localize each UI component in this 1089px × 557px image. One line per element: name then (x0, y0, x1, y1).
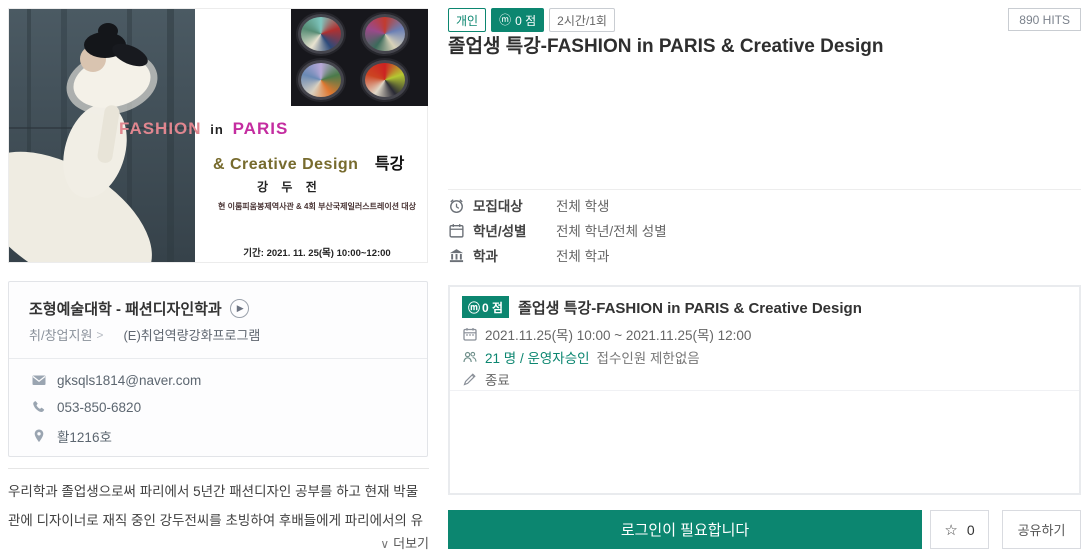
target-value: 전체 학생 (556, 195, 609, 215)
poster-lecture-label: 특강 (375, 156, 404, 173)
organizer-name: 조형예술대학 - 패션디자인학과 (29, 298, 222, 319)
event-description: 우리학과 졸업생으로써 파리에서 5년간 패션디자인 공부를 하고 현재 박물관… (8, 477, 429, 535)
play-circle-icon[interactable]: ▶ (230, 299, 249, 318)
session-schedule: 2021.11.25(목) 10:00 ~ 2021.11.25(목) 12:0… (485, 324, 751, 344)
session-schedule-row: 2021.11.25(목) 10:00 ~ 2021.11.25(목) 12:0… (462, 324, 751, 344)
poster-title-line2: & Creative Design 특강 (213, 150, 404, 174)
session-title-row: ⓜ 0 점 졸업생 특강-FASHION in PARIS & Creative… (462, 296, 862, 318)
favorite-button[interactable]: ☆ 0 (930, 510, 989, 549)
poster-period: 기간: 2021. 11. 25(목) 10:00~12:00 (205, 245, 429, 259)
phone-row: 053-850-6820 (31, 399, 201, 415)
pen-icon (462, 371, 478, 387)
organizer-name-row: 조형예술대학 - 패션디자인학과 ▶ (29, 298, 249, 319)
session-box-divider (450, 390, 1079, 391)
play-glyph: ▶ (237, 303, 244, 314)
target-label: 모집대상 (473, 195, 556, 215)
poster-speaker-credentials: 현 이룸피움봉제역사관 & 4회 부산국제일러스트레이션 대상 (205, 201, 429, 212)
plate-illustration (362, 14, 408, 54)
show-more-link[interactable]: ∨ 더보기 (8, 533, 429, 552)
share-button[interactable]: 공유하기 (1002, 510, 1081, 549)
poster-word-paris: PARIS (233, 119, 289, 138)
mileage-icon: ⓜ (468, 299, 480, 316)
target-row: 모집대상 전체 학생 (448, 196, 667, 214)
department-value: 전체 학과 (556, 245, 609, 265)
session-capacity: 21 명 / 운영자승인 (485, 347, 590, 367)
poster-illustration-plates (291, 9, 428, 106)
organizer-box: 조형예술대학 - 패션디자인학과 ▶ 취/창업지원 > (E)취업역량강화프로그… (8, 281, 428, 457)
favorite-count: 0 (967, 522, 975, 538)
poster-word-fashion: FASHION (119, 119, 202, 138)
department-label: 학과 (473, 245, 556, 265)
poster-speaker-name: 강 두 전 (257, 178, 322, 195)
session-score-badge: ⓜ 0 점 (462, 296, 509, 318)
organizer-category-row: 취/창업지원 > (E)취업역량강화프로그램 (29, 325, 260, 344)
chevron-down-icon: ∨ (380, 537, 389, 551)
plate-illustration (298, 60, 344, 100)
poster-word-in: in (210, 122, 224, 137)
session-capacity-note: 접수인원 제한없음 (597, 347, 700, 367)
department-row: 학과 전체 학과 (448, 246, 667, 264)
session-score-label: 0 점 (482, 299, 503, 316)
alarm-clock-icon (448, 197, 465, 214)
email-value[interactable]: gksqls1814@naver.com (57, 373, 201, 388)
mileage-icon: ⓜ (499, 14, 511, 26)
info-section-divider (448, 189, 1081, 190)
poster-creative-design: & Creative Design (213, 156, 358, 173)
score-badge: ⓜ 0 점 (491, 8, 544, 32)
info-rows: 모집대상 전체 학생 학년/성별 전체 학년/전체 성별 학과 전체 학과 (448, 196, 667, 264)
session-status: 종료 (485, 369, 510, 389)
duration-badge: 2시간/1회 (549, 8, 615, 32)
login-required-button[interactable]: 로그인이 필요합니다 (448, 510, 922, 549)
session-box: ⓜ 0 점 졸업생 특강-FASHION in PARIS & Creative… (448, 285, 1081, 495)
phone-icon (31, 399, 47, 415)
description-divider (8, 468, 429, 469)
calendar-icon (462, 326, 478, 342)
grade-gender-row: 학년/성별 전체 학년/전체 성별 (448, 221, 667, 239)
phone-value[interactable]: 053-850-6820 (57, 400, 141, 415)
page-title: 졸업생 특강-FASHION in PARIS & Creative Desig… (448, 31, 1008, 58)
event-detail-page: FASHION in PARIS & Creative Design 특강 강 … (0, 0, 1089, 557)
session-title: 졸업생 특강-FASHION in PARIS & Creative Desig… (518, 297, 862, 318)
header-badges: 개인 ⓜ 0 점 2시간/1회 (448, 8, 615, 32)
location-row: 활1216호 (31, 426, 201, 446)
star-icon: ☆ (944, 521, 957, 539)
hits-badge: 890 HITS (1008, 8, 1081, 31)
category-label[interactable]: 취/창업지원 (29, 325, 92, 344)
people-icon (462, 349, 478, 365)
session-capacity-row: 21 명 / 운영자승인 접수인원 제한없음 (462, 347, 700, 367)
plate-illustration (298, 14, 344, 54)
bank-icon (448, 247, 465, 264)
chevron-right-icon: > (96, 328, 103, 342)
more-label: 더보기 (393, 536, 429, 551)
poster-title-line1: FASHION in PARIS (119, 119, 288, 139)
grade-gender-label: 학년/성별 (473, 220, 556, 240)
org-divider (9, 358, 427, 359)
event-poster: FASHION in PARIS & Creative Design 특강 강 … (8, 8, 428, 263)
contact-list: gksqls1814@naver.com 053-850-6820 활1216호 (31, 372, 201, 446)
email-row: gksqls1814@naver.com (31, 372, 201, 388)
session-status-row: 종료 (462, 369, 510, 389)
calendar-icon (448, 222, 465, 239)
score-badge-label: 0 점 (515, 12, 536, 29)
location-pin-icon (31, 428, 47, 444)
envelope-icon (31, 372, 47, 388)
program-label[interactable]: (E)취업역량강화프로그램 (123, 325, 260, 344)
location-value: 활1216호 (57, 426, 112, 446)
personal-badge: 개인 (448, 8, 486, 32)
plate-illustration (362, 60, 408, 100)
grade-gender-value: 전체 학년/전체 성별 (556, 220, 667, 240)
